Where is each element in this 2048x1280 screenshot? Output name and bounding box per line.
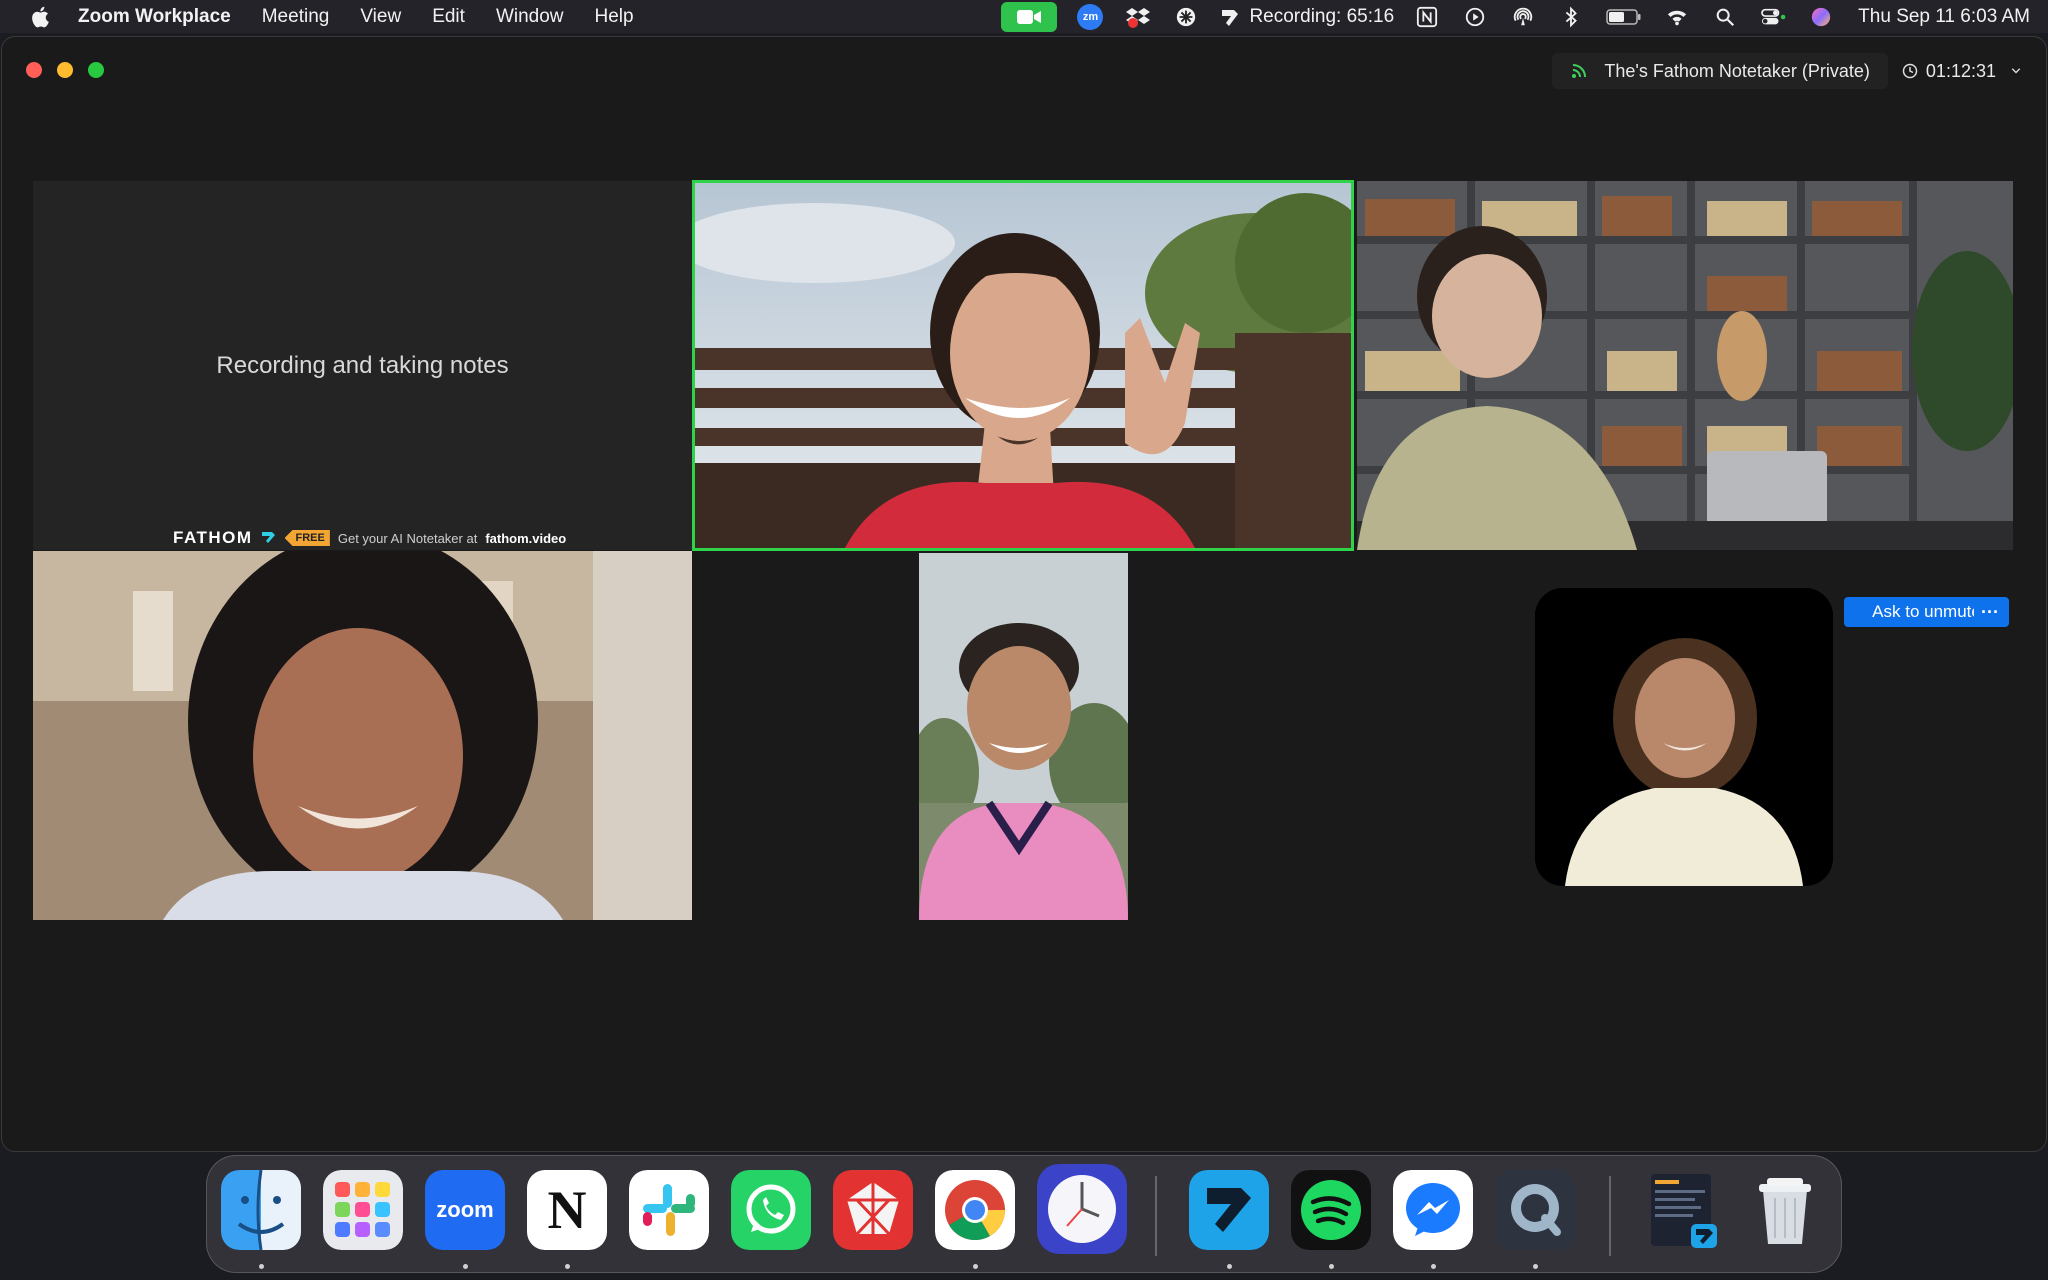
apple-menu-icon[interactable] xyxy=(28,4,54,30)
meeting-timer[interactable]: 01:12:31 xyxy=(1902,61,2022,82)
maximize-window-button[interactable] xyxy=(88,62,104,78)
airdrop-icon[interactable] xyxy=(1508,4,1538,30)
bookshelf-video-feed xyxy=(1357,181,2013,550)
menu-meeting[interactable]: Meeting xyxy=(262,6,330,28)
menu-bar: Zoom Workplace Meeting View Edit Window … xyxy=(0,0,2048,33)
dock-zoom-running-dot xyxy=(463,1264,468,1269)
fathom-mark-icon xyxy=(261,530,277,547)
dock-trash-icon[interactable] xyxy=(1745,1170,1825,1250)
dock-fathom-running-dot xyxy=(1227,1264,1232,1269)
siri-icon[interactable] xyxy=(1806,4,1836,30)
indoor-video-feed xyxy=(33,551,692,920)
dock-chrome-running-dot xyxy=(973,1264,978,1269)
dock-finder-icon[interactable] xyxy=(221,1170,301,1250)
dock-rubymine-icon[interactable] xyxy=(833,1170,913,1250)
fathom-notetaker-tile[interactable]: Recording and taking notes FATHOM FREE G… xyxy=(33,181,692,550)
notion-icon[interactable] xyxy=(1412,4,1442,30)
minimize-window-button[interactable] xyxy=(57,62,73,78)
dock-quicktime-running-dot xyxy=(1533,1264,1538,1269)
dock-separator xyxy=(1155,1176,1157,1256)
participant-more-options-button[interactable]: ··· xyxy=(1974,597,2006,627)
menu-edit[interactable]: Edit xyxy=(432,6,465,28)
close-window-button[interactable] xyxy=(26,62,42,78)
fathom-status-text: Recording and taking notes xyxy=(216,352,509,379)
curly-hair-participant-video-tile[interactable] xyxy=(33,551,692,920)
notetaker-label: The's Fathom Notetaker (Private) xyxy=(1604,60,1870,81)
dock-finder-running-dot xyxy=(259,1264,264,1269)
library-participant-video-tile[interactable] xyxy=(1357,181,2013,550)
dock-separator-2 xyxy=(1609,1176,1611,1256)
fathom-logo: FATHOM xyxy=(173,528,253,547)
window-controls xyxy=(26,62,104,78)
perplexity-icon[interactable] xyxy=(1171,4,1201,30)
dropbox-icon[interactable] xyxy=(1123,4,1153,30)
dock-chrome-icon[interactable] xyxy=(935,1170,1015,1250)
notetaker-indicator[interactable]: The's Fathom Notetaker (Private) xyxy=(1552,53,1888,89)
control-center-icon[interactable] xyxy=(1758,4,1788,30)
dock-notion-label: N xyxy=(547,1180,587,1240)
dock-spotify-icon[interactable] xyxy=(1291,1170,1371,1250)
fathom-link[interactable]: fathom.video xyxy=(485,531,566,546)
bluetooth-icon[interactable] xyxy=(1556,4,1586,30)
recording-signal-icon xyxy=(1572,64,1587,78)
clock-icon xyxy=(1902,63,1918,79)
menu-bar-clock[interactable]: Thu Sep 11 6:03 AM xyxy=(1858,6,2030,28)
avatar-participant-video-tile[interactable] xyxy=(1535,588,1833,886)
dock-launchpad-icon[interactable] xyxy=(323,1170,403,1250)
dock-notion-icon[interactable]: N xyxy=(527,1170,607,1250)
dock-messenger-icon[interactable] xyxy=(1393,1170,1473,1250)
recording-time: Recording: 65:16 xyxy=(1249,5,1395,27)
outdoor-portrait-video-feed xyxy=(919,553,1128,920)
outdoor-video-feed xyxy=(695,183,1351,548)
dock-messenger-running-dot xyxy=(1431,1264,1436,1269)
zoom-status-icon[interactable]: zm xyxy=(1075,3,1105,30)
dock-zoom-label: zoom xyxy=(436,1197,494,1222)
menu-bar-status-area: zm Recording: 65:16 Thu Sep 11 6:03 AM xyxy=(1001,0,2030,33)
wifi-icon[interactable] xyxy=(1662,4,1692,30)
recording-icon xyxy=(1222,9,1239,26)
dock-whatsapp-icon[interactable] xyxy=(731,1170,811,1250)
battery-icon[interactable] xyxy=(1604,4,1644,30)
pink-jersey-participant-video-tile[interactable] xyxy=(919,553,1128,920)
active-speaker-video-tile[interactable] xyxy=(692,180,1354,551)
avatar-video-feed xyxy=(1535,588,1833,886)
dock-zoom-icon[interactable]: zoom xyxy=(425,1170,505,1250)
dock-fathom-icon[interactable] xyxy=(1189,1170,1269,1250)
dock-timeout-icon[interactable] xyxy=(1037,1164,1127,1254)
dock-recent-window-thumbnail[interactable] xyxy=(1643,1170,1723,1250)
dock-quicktime-icon[interactable] xyxy=(1495,1170,1575,1250)
dock-notion-running-dot xyxy=(565,1264,570,1269)
meeting-top-bar: The's Fathom Notetaker (Private) 01:12:3… xyxy=(1552,53,2022,89)
fathom-footer: FATHOM FREE Get your AI Notetaker at fat… xyxy=(173,528,566,548)
fathom-tagline: Get your AI Notetaker at xyxy=(337,530,478,546)
dock-spotify-running-dot xyxy=(1329,1264,1334,1269)
menu-view[interactable]: View xyxy=(360,6,401,28)
chevron-down-icon xyxy=(2011,68,2021,74)
recording-indicator[interactable]: Recording: 65:16 xyxy=(1219,6,1394,28)
play-icon[interactable] xyxy=(1460,4,1490,30)
meeting-timer-value: 01:12:31 xyxy=(1925,60,1996,81)
fathom-free-badge: FREE xyxy=(284,530,330,546)
menu-window[interactable]: Window xyxy=(496,6,564,28)
search-icon[interactable] xyxy=(1710,4,1740,30)
zoom-camera-icon[interactable] xyxy=(1001,1,1058,32)
dock-slack-icon[interactable] xyxy=(629,1170,709,1250)
menu-help[interactable]: Help xyxy=(595,6,634,28)
macos-dock: zoom N xyxy=(206,1155,1842,1273)
app-menu-zoom[interactable]: Zoom Workplace xyxy=(78,6,231,28)
